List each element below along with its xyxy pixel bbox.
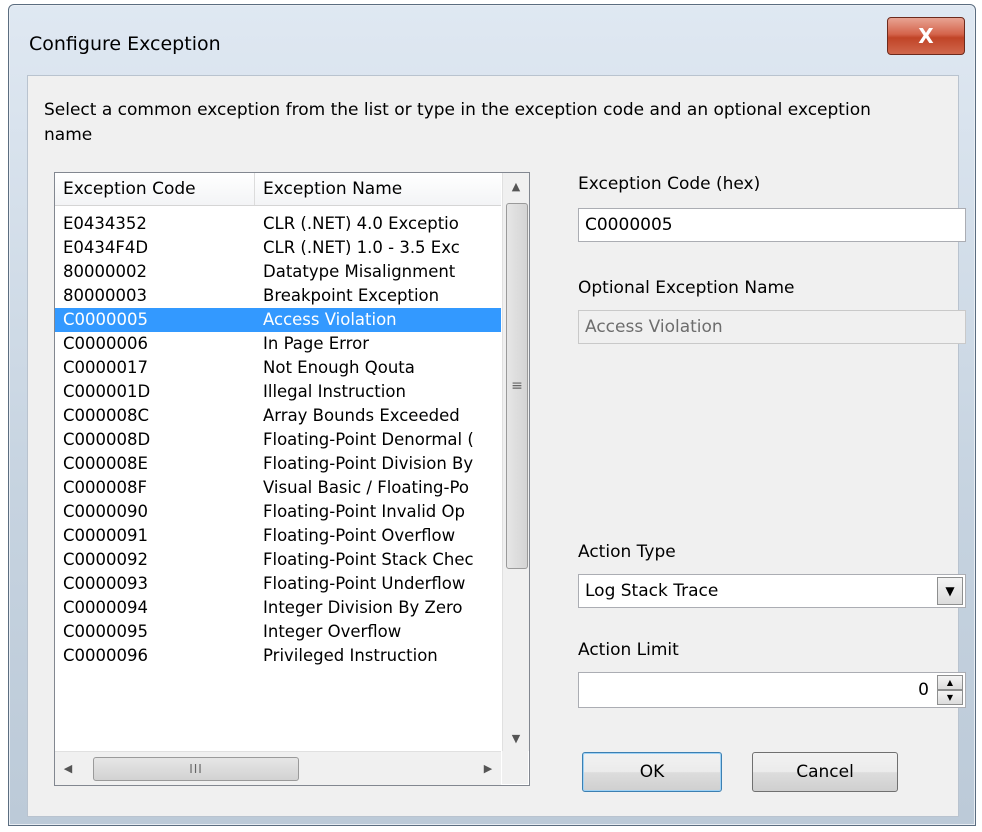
exception-name-cell: Access Violation	[263, 310, 397, 329]
exception-name-cell: Not Enough Qouta	[263, 358, 415, 377]
table-row[interactable]: C0000092 Floating-Point Stack Chec	[55, 548, 501, 572]
table-row[interactable]: C000008C Array Bounds Exceeded	[55, 404, 501, 428]
table-row[interactable]: C0000091 Floating-Point Overflow	[55, 524, 501, 548]
horizontal-scroll-thumb[interactable]: III	[93, 757, 299, 781]
arrow-left-icon[interactable]: ◀	[55, 752, 81, 785]
table-row[interactable]: E0434352 CLR (.NET) 4.0 Exceptio	[55, 212, 501, 236]
exception-code-cell: C0000091	[63, 526, 149, 545]
table-row[interactable]: C000001D Illegal Instruction	[55, 380, 501, 404]
table-row[interactable]: E0434F4D CLR (.NET) 1.0 - 3.5 Exc	[55, 236, 501, 260]
table-row[interactable]: C0000017 Not Enough Qouta	[55, 356, 501, 380]
table-row[interactable]: C0000094 Integer Division By Zero	[55, 596, 501, 620]
exception-name-cell: Floating-Point Division By	[263, 454, 474, 473]
column-header-exception-name[interactable]: Exception Name	[255, 173, 501, 205]
scrollbar-corner	[502, 751, 528, 784]
exception-list[interactable]: Exception Code Exception Name E0434352 CL…	[54, 172, 530, 786]
exception-code-cell: C000008D	[63, 430, 151, 449]
exception-code-cell: 80000002	[63, 262, 147, 281]
exception-name-cell: Floating-Point Underflow	[263, 574, 466, 593]
exception-name-cell: Integer Division By Zero	[263, 598, 463, 617]
exception-name-cell: In Page Error	[263, 334, 369, 353]
exception-code-cell: 80000003	[63, 286, 147, 305]
dialog-client-area: Select a common exception from the list …	[27, 75, 966, 817]
exception-name-label: Optional Exception Name	[578, 278, 795, 298]
spin-buttons: ▲ ▼	[937, 675, 963, 705]
column-header-exception-code[interactable]: Exception Code	[55, 173, 255, 205]
action-type-select[interactable]: Log Stack Trace ▼	[578, 574, 966, 608]
exception-code-label: Exception Code (hex)	[578, 174, 761, 194]
exception-code-cell: C0000094	[63, 598, 149, 617]
exception-name-cell: Breakpoint Exception	[263, 286, 440, 305]
exception-code-cell: C0000006	[63, 334, 149, 353]
action-limit-value: 0	[918, 680, 929, 700]
exception-code-cell: C0000005	[63, 310, 149, 329]
table-row[interactable]: C0000005 Access Violation	[55, 308, 501, 332]
exception-name-cell: Array Bounds Exceeded	[263, 406, 460, 425]
exception-code-cell: C0000096	[63, 646, 149, 665]
exception-name-cell: Floating-Point Invalid Op	[263, 502, 465, 521]
table-row[interactable]: C0000093 Floating-Point Underflow	[55, 572, 501, 596]
exception-name-cell: Privileged Instruction	[263, 646, 438, 665]
exception-code-cell: E0434F4D	[63, 238, 149, 257]
table-row[interactable]: C000008D Floating-Point Denormal (	[55, 428, 501, 452]
exception-name-cell: Floating-Point Denormal (	[263, 430, 474, 449]
dialog-title: Configure Exception	[29, 33, 221, 55]
exception-code-input[interactable]: C0000005	[578, 208, 966, 242]
action-limit-label: Action Limit	[578, 640, 679, 660]
exception-name-cell: CLR (.NET) 4.0 Exceptio	[263, 214, 459, 233]
table-row[interactable]: 80000002 Datatype Misalignment	[55, 260, 501, 284]
exception-name-cell: Visual Basic / Floating-Po	[263, 478, 469, 497]
list-header: Exception Code Exception Name	[55, 173, 501, 206]
configure-exception-dialog: Configure Exception X Select a common ex…	[8, 4, 976, 826]
exception-name-cell: Integer Overflow	[263, 622, 402, 641]
ok-button[interactable]: OK	[582, 752, 722, 792]
exception-code-cell: C0000092	[63, 550, 149, 569]
exception-code-cell: E0434352	[63, 214, 147, 233]
exception-code-cell: C0000095	[63, 622, 149, 641]
exception-name-input[interactable]: Access Violation	[578, 310, 966, 344]
list-rows: E0434352 CLR (.NET) 4.0 Exceptio E0434F4D C…	[55, 206, 501, 750]
exception-code-cell: C0000090	[63, 502, 149, 521]
table-row[interactable]: C000008E Floating-Point Division By	[55, 452, 501, 476]
table-row[interactable]: C0000095 Integer Overflow	[55, 620, 501, 644]
close-icon: X	[918, 24, 934, 48]
table-row[interactable]: C0000006 In Page Error	[55, 332, 501, 356]
exception-name-cell: Datatype Misalignment	[263, 262, 456, 281]
arrow-down-icon[interactable]: ▼	[503, 725, 529, 751]
vertical-scroll-thumb[interactable]: ≡	[506, 203, 528, 569]
exception-code-cell: C0000017	[63, 358, 149, 377]
exception-code-cell: C000008E	[63, 454, 148, 473]
action-limit-stepper[interactable]: 0 ▲ ▼	[578, 672, 966, 708]
exception-name-cell: Floating-Point Stack Chec	[263, 550, 474, 569]
cancel-button[interactable]: Cancel	[752, 752, 898, 792]
spin-down-icon[interactable]: ▼	[937, 690, 963, 705]
exception-code-cell: C000008C	[63, 406, 150, 425]
exception-code-cell: C000001D	[63, 382, 151, 401]
instruction-text: Select a common exception from the list …	[44, 100, 871, 145]
arrow-right-icon[interactable]: ▶	[475, 752, 501, 785]
table-row[interactable]: C000008F Visual Basic / Floating-Po	[55, 476, 501, 500]
horizontal-scrollbar[interactable]: ◀ III ▶	[55, 751, 501, 785]
title-bar[interactable]: Configure Exception X	[9, 5, 975, 75]
exception-name-cell: Illegal Instruction	[263, 382, 406, 401]
action-type-value: Log Stack Trace	[585, 581, 719, 601]
exception-code-cell: C000008F	[63, 478, 147, 497]
exception-code-cell: C0000093	[63, 574, 149, 593]
vertical-scrollbar[interactable]: ▲ ≡ ▼	[502, 173, 529, 751]
action-type-label: Action Type	[578, 542, 676, 562]
table-row[interactable]: 80000003 Breakpoint Exception	[55, 284, 501, 308]
table-row[interactable]: C0000096 Privileged Instruction	[55, 644, 501, 668]
arrow-up-icon[interactable]: ▲	[503, 173, 529, 199]
chevron-down-icon[interactable]: ▼	[937, 577, 963, 605]
table-row[interactable]: C0000090 Floating-Point Invalid Op	[55, 500, 501, 524]
exception-name-cell: Floating-Point Overflow	[263, 526, 456, 545]
exception-name-cell: CLR (.NET) 1.0 - 3.5 Exc	[263, 238, 460, 257]
close-button[interactable]: X	[887, 17, 965, 55]
spin-up-icon[interactable]: ▲	[937, 675, 963, 690]
